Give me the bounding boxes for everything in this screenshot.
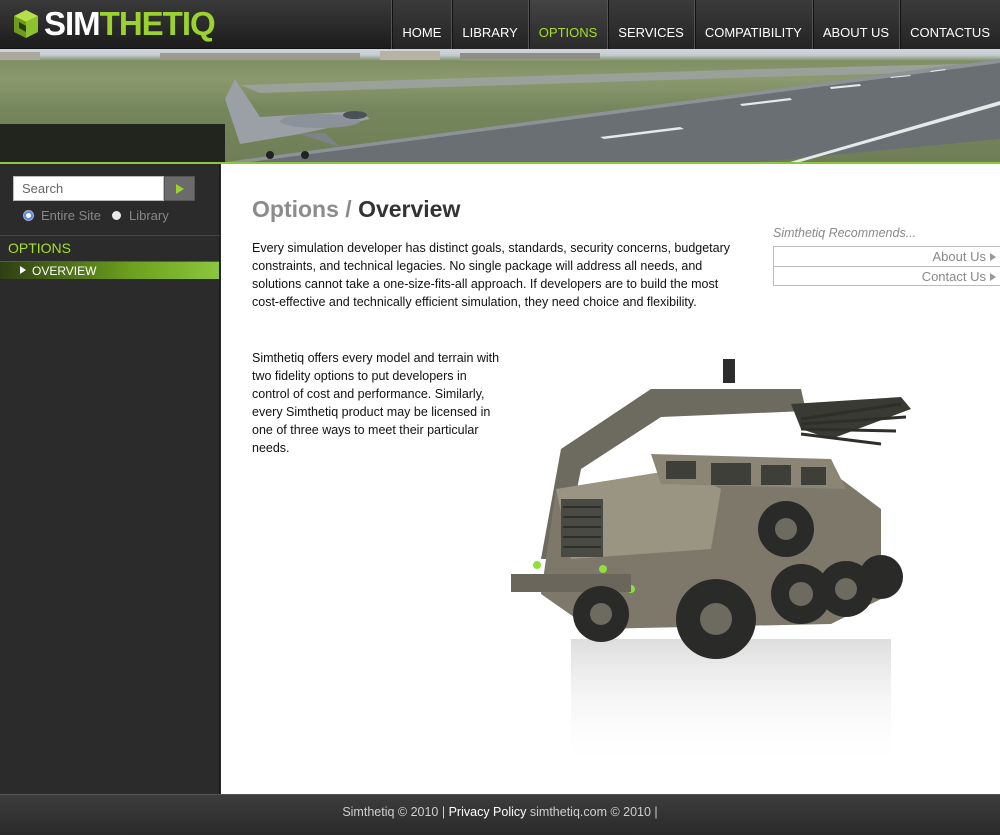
nav-about-us[interactable]: ABOUT US: [811, 0, 900, 49]
recommends-title: Simthetiq Recommends...: [773, 226, 917, 240]
sidebar-item-label: OVERVIEW: [32, 264, 97, 278]
logo-text: SIMTHETIQ: [44, 5, 216, 42]
page-title-current: Overview: [358, 196, 461, 222]
play-arrow-icon: [175, 183, 184, 194]
sidebar-divider: [0, 235, 220, 236]
nav-options[interactable]: OPTIONS: [527, 0, 608, 49]
page-title: Options / Overview: [252, 196, 460, 223]
search-submit-button[interactable]: [164, 176, 195, 201]
recommends-box: Simthetiq Recommends... About Us Contact…: [773, 226, 1000, 286]
site-header: SIMTHETIQ HOME LIBRARY OPTIONS SERVICES …: [0, 0, 1000, 49]
sidebar: Search Entire Site Library OPTIONS OVERV…: [0, 164, 220, 794]
scope-label: Entire Site: [41, 208, 101, 223]
logo-cube-icon: [14, 10, 38, 38]
hero-banner-image: [0, 49, 1000, 162]
nav-compatibility[interactable]: COMPATIBILITY: [693, 0, 812, 49]
sidebar-heading: OPTIONS: [8, 240, 72, 256]
nav-home[interactable]: HOME: [391, 0, 452, 49]
scope-label: Library: [129, 208, 169, 223]
footer-site: simthetiq.com © 2010 |: [529, 805, 658, 819]
radio-selected-icon: [24, 211, 33, 220]
banner-shade: [0, 124, 225, 162]
main-content: Options / Overview Every simulation deve…: [221, 164, 1000, 794]
recommend-link-contact-us[interactable]: Contact Us: [773, 266, 1000, 286]
nav-contact-us[interactable]: CONTACTUS: [899, 0, 1000, 49]
options-paragraph: Simthetiq offers every model and terrain…: [252, 351, 500, 455]
site-footer: Simthetiq © 2010 | Privacy Policy simthe…: [0, 794, 1000, 835]
armored-vehicle-image: [511, 359, 911, 769]
triangle-right-icon: [990, 253, 996, 261]
triangle-right-icon: [990, 273, 996, 281]
main-nav: HOME LIBRARY OPTIONS SERVICES COMPATIBIL…: [391, 0, 1000, 49]
nav-library[interactable]: LIBRARY: [451, 0, 528, 49]
search-input[interactable]: Search: [13, 176, 164, 201]
radio-unselected-icon: [112, 211, 121, 220]
triangle-right-icon: [20, 266, 26, 274]
privacy-policy-link[interactable]: Privacy Policy: [449, 805, 527, 819]
intro-paragraph: Every simulation developer has distinct …: [252, 241, 731, 309]
footer-copyright: Simthetiq © 2010 |: [342, 805, 446, 819]
breadcrumb[interactable]: Options /: [252, 196, 352, 222]
nav-services[interactable]: SERVICES: [607, 0, 694, 49]
site-logo[interactable]: SIMTHETIQ: [10, 5, 216, 42]
scope-entire-site[interactable]: Entire Site: [24, 208, 101, 223]
recommend-link-about-us[interactable]: About Us: [773, 246, 1000, 266]
scope-library[interactable]: Library: [112, 208, 169, 223]
sidebar-item-overview[interactable]: OVERVIEW: [0, 261, 219, 279]
